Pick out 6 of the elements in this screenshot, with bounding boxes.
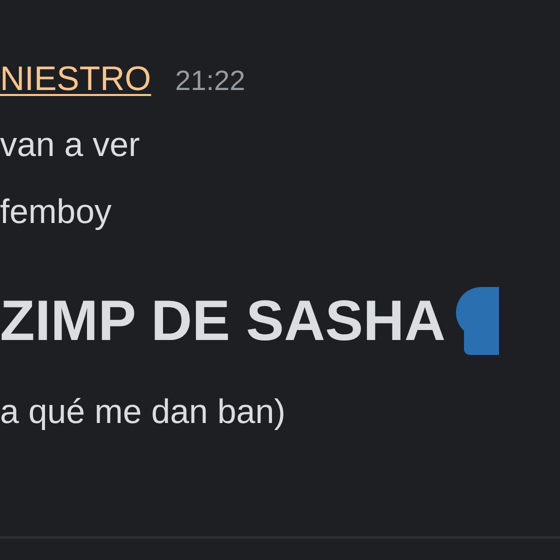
- message-text: a qué me dan ban): [0, 392, 286, 433]
- timestamp: 21:22: [175, 65, 246, 97]
- message-text: femboy: [0, 192, 112, 233]
- message-text: van a ver: [0, 125, 141, 166]
- message-heading: ZIMP DE SASHA: [0, 288, 446, 354]
- author-name[interactable]: NIESTRO: [0, 60, 152, 99]
